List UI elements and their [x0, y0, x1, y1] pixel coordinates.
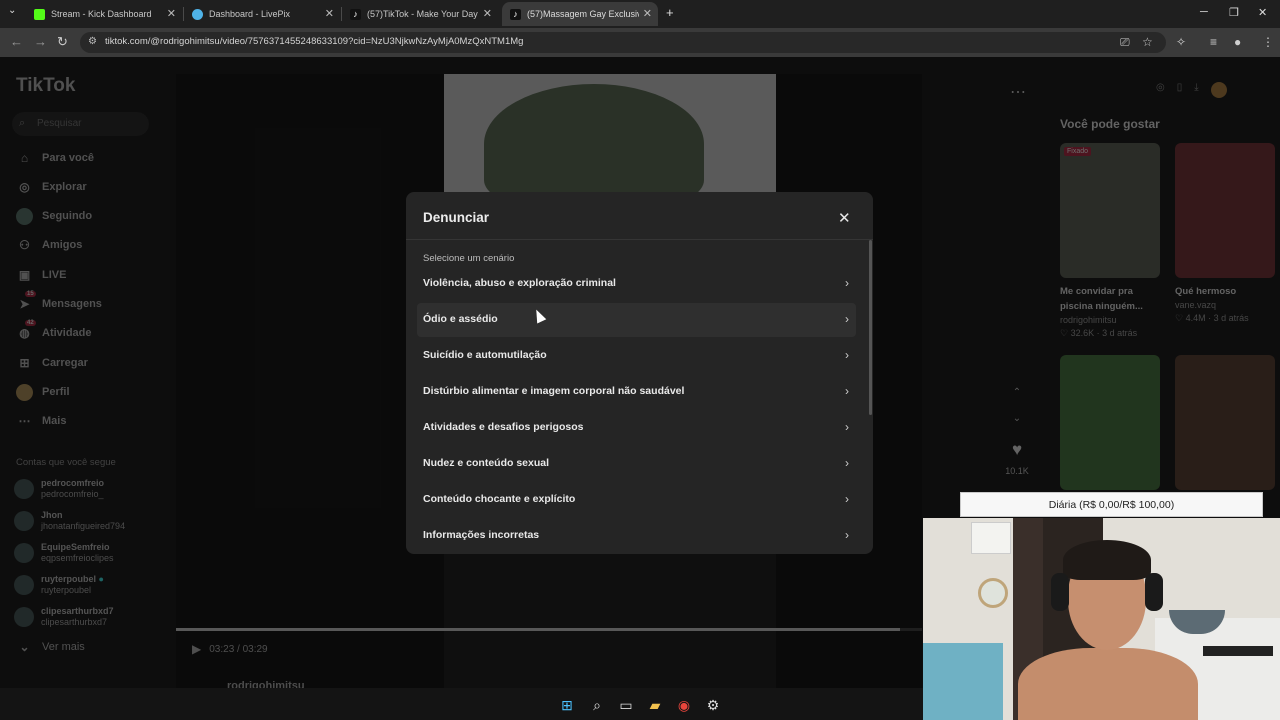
close-window-icon[interactable]: ✕ [1258, 6, 1267, 19]
report-option-misinformation[interactable]: Informações incorretas › [417, 519, 856, 553]
media-icon[interactable]: ≡ [1210, 35, 1217, 49]
option-label: Suicídio e automutilação [423, 349, 547, 361]
option-label: Atividades e desafios perigosos [423, 421, 584, 433]
restore-icon[interactable]: ❐ [1229, 6, 1239, 19]
webcam-speaker [1203, 646, 1273, 656]
report-option-eating-disorder[interactable]: Distúrbio alimentar e imagem corporal nã… [417, 375, 856, 409]
webcam-overlay [923, 518, 1280, 720]
webcam-person-hair [1063, 540, 1151, 580]
close-tab-icon[interactable]: ✕ [483, 7, 492, 20]
close-tab-icon[interactable]: ✕ [325, 7, 334, 20]
close-icon[interactable]: ✕ [838, 209, 851, 227]
webcam-bed [923, 643, 1003, 720]
tab-title: Stream - Kick Dashboard [51, 9, 152, 19]
chevron-right-icon: › [845, 456, 849, 470]
chevron-right-icon: › [845, 420, 849, 434]
headset-icon [1051, 573, 1069, 611]
close-tab-icon[interactable]: ✕ [167, 7, 176, 20]
dialog-scrollbar[interactable] [869, 240, 872, 415]
back-icon[interactable]: ← [10, 34, 23, 49]
new-tab-button[interactable]: + [666, 5, 674, 20]
tab-tiktok-video[interactable]: ♪ (57)Massagem Gay Exclusiva p ✕ [502, 2, 658, 26]
report-option-nudity[interactable]: Nudez e conteúdo sexual › [417, 447, 856, 481]
windows-taskbar [0, 688, 923, 720]
chevron-right-icon: › [845, 384, 849, 398]
livepix-favicon-icon [192, 8, 203, 20]
task-view-icon[interactable]: ▭ [617, 696, 635, 714]
address-bar: ← → ↻ ⚙ tiktok.com/@rodrigohimitsu/video… [0, 28, 1280, 57]
tab-title: Dashboard - LivePix [209, 9, 291, 19]
tab-kick[interactable]: Stream - Kick Dashboard ✕ [26, 2, 182, 26]
tab-livepix[interactable]: Dashboard - LivePix ✕ [184, 2, 340, 26]
windows-start-icon[interactable]: ⊞ [558, 696, 576, 714]
chevron-right-icon: › [845, 348, 849, 362]
report-option-violence[interactable]: Violência, abuso e exploração criminal › [417, 267, 856, 301]
extensions-icon[interactable]: ✧ [1176, 35, 1186, 49]
webcam-person-torso [1018, 648, 1198, 720]
dialog-title: Denunciar [423, 210, 490, 225]
browser-tab-bar: ⌄ Stream - Kick Dashboard ✕ Dashboard - … [0, 0, 1280, 28]
browser-menu-icon[interactable]: ⋮ [1262, 35, 1274, 49]
chevron-right-icon: › [845, 276, 849, 290]
tiktok-favicon-icon: ♪ [350, 8, 361, 20]
site-info-icon[interactable]: ⚙ [88, 36, 97, 47]
chevron-right-icon: › [845, 528, 849, 542]
daily-goal-bar: Diária (R$ 0,00/R$ 100,00) [960, 492, 1263, 517]
option-label: Ódio e assédio [423, 313, 498, 325]
close-tab-icon[interactable]: ✕ [643, 7, 652, 20]
tab-title: (57)TikTok - Make Your Day [367, 9, 478, 19]
dialog-subtitle: Selecione um cenário [423, 253, 515, 264]
app-icon[interactable]: ⚙ [704, 696, 722, 714]
file-explorer-icon[interactable]: ▰ [646, 696, 664, 714]
search-icon[interactable]: ⌕ [588, 696, 606, 714]
option-label: Distúrbio alimentar e imagem corporal nã… [423, 385, 685, 397]
report-option-dangerous[interactable]: Atividades e desafios perigosos › [417, 411, 856, 445]
bookmark-star-icon[interactable]: ☆ [1142, 35, 1153, 49]
tab-search-icon[interactable]: ⌄ [8, 5, 16, 16]
dialog-divider [406, 239, 873, 240]
profile-avatar-icon[interactable]: ● [1234, 35, 1241, 49]
install-app-icon[interactable]: ⎚ [1120, 35, 1130, 50]
chrome-icon[interactable]: ◉ [675, 696, 693, 714]
tab-title: (57)Massagem Gay Exclusiva p [527, 9, 639, 19]
url-text: tiktok.com/@rodrigohimitsu/video/7576371… [105, 36, 524, 47]
tab-tiktok[interactable]: ♪ (57)TikTok - Make Your Day ✕ [342, 2, 498, 26]
webcam-poster [971, 522, 1011, 554]
option-label: Informações incorretas [423, 529, 540, 541]
minimize-icon[interactable]: ─ [1200, 6, 1208, 18]
tiktok-favicon-icon: ♪ [510, 8, 521, 20]
option-label: Violência, abuso e exploração criminal [423, 277, 616, 289]
headset-icon [1145, 573, 1163, 611]
kick-favicon-icon [34, 8, 45, 20]
report-option-suicide[interactable]: Suicídio e automutilação › [417, 339, 856, 373]
report-option-hate[interactable]: Ódio e assédio › [417, 303, 856, 337]
report-dialog: Denunciar ✕ Selecione um cenário Violênc… [406, 192, 873, 554]
reload-icon[interactable]: ↻ [57, 34, 68, 50]
forward-icon[interactable]: → [34, 34, 47, 49]
chevron-right-icon: › [845, 312, 849, 326]
option-label: Conteúdo chocante e explícito [423, 493, 576, 505]
webcam-clock [978, 578, 1008, 608]
url-field[interactable]: ⚙ tiktok.com/@rodrigohimitsu/video/75763… [80, 32, 1166, 53]
chevron-right-icon: › [845, 492, 849, 506]
report-option-shocking[interactable]: Conteúdo chocante e explícito › [417, 483, 856, 517]
option-label: Nudez e conteúdo sexual [423, 457, 550, 469]
